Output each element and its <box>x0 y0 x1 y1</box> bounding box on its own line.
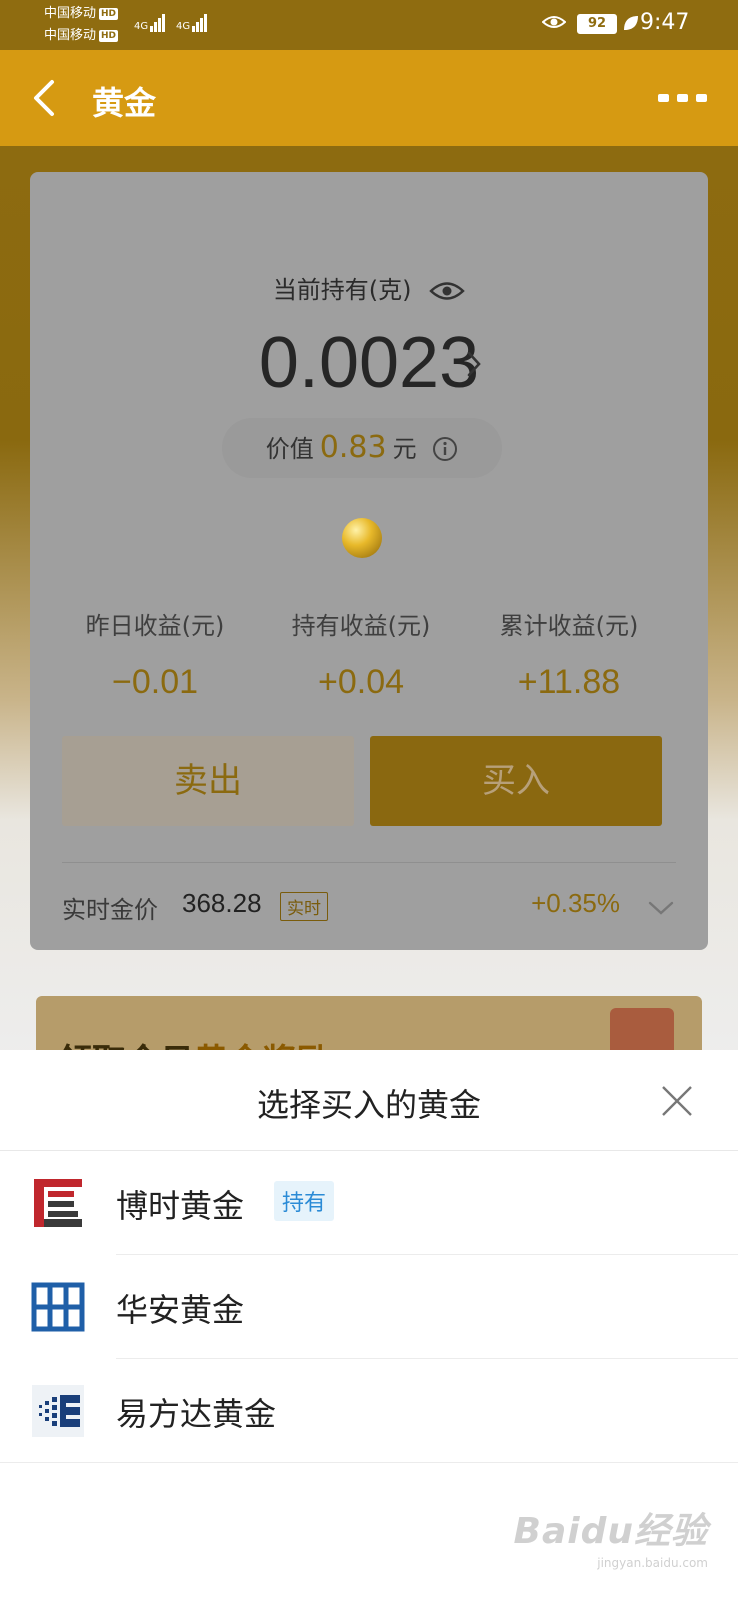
holding-label: 当前持有(克) <box>30 270 708 305</box>
gold-holding-card: 当前持有(克) 0.0023 价值 0.83 元 昨日收益(元) −0.01 持有收… <box>30 172 708 950</box>
carrier-1: 中国移动 HD <box>44 6 119 21</box>
holding-badge: 持有 <box>274 1181 335 1221</box>
sell-button[interactable]: 卖出 <box>62 736 354 826</box>
sheet-title: 选择买入的黄金 <box>256 1086 481 1124</box>
chevron-right-icon[interactable] <box>466 350 482 378</box>
gold-bead-image <box>342 518 382 558</box>
more-icon[interactable] <box>658 94 708 104</box>
status-time: 9:47 <box>640 10 690 35</box>
value-amount: 0.83 <box>319 430 387 465</box>
price-change-percent: +0.35% <box>531 888 620 918</box>
realtime-price-value: 368.28 <box>182 888 262 918</box>
eye-comfort-icon <box>542 16 566 28</box>
nav-bar: 黄金 <box>0 50 738 146</box>
battery-icon: 92 <box>577 14 617 34</box>
baidu-watermark: Baidu经验 jingyan.baidu.com <box>513 1511 708 1570</box>
huaan-logo-icon <box>31 1282 85 1332</box>
fund-item-efund[interactable]: 易方达黄金 <box>0 1359 738 1463</box>
holding-amount[interactable]: 0.0023 <box>30 322 708 404</box>
efund-logo-icon <box>32 1385 84 1437</box>
stat-cumulative: 累计收益(元) +11.88 <box>499 612 639 701</box>
boshi-logo-icon <box>34 1179 82 1227</box>
buy-gold-sheet: 选择买入的黄金 博时黄金 持有 华安黄金 易方达黄金 Baidu经验 jingy… <box>0 1050 738 1600</box>
fund-item-huaan[interactable]: 华安黄金 <box>0 1255 738 1359</box>
back-arrow-icon[interactable] <box>26 76 66 120</box>
live-badge: 实时 <box>280 892 328 921</box>
status-bar: 中国移动 HD 中国移动 HD 4G 4G 92 9:47 <box>0 0 738 50</box>
info-icon[interactable] <box>432 436 458 462</box>
signal-icon: 4G <box>176 14 208 32</box>
buy-button[interactable]: 买入 <box>370 736 662 826</box>
eye-toggle-icon[interactable] <box>429 280 465 302</box>
value-pill: 价值 0.83 元 <box>222 418 502 478</box>
card-divider <box>62 862 676 863</box>
carrier-2: 中国移动 HD <box>44 28 119 43</box>
stat-yesterday: 昨日收益(元) −0.01 <box>85 612 225 701</box>
realtime-price-label: 实时金价 <box>62 896 158 924</box>
close-icon[interactable] <box>660 1084 694 1118</box>
page-title: 黄金 <box>92 84 157 122</box>
signal-icon: 4G <box>134 14 166 32</box>
stat-holding: 持有收益(元) +0.04 <box>291 612 431 701</box>
leaf-icon <box>624 16 638 30</box>
chevron-down-icon[interactable] <box>648 900 674 916</box>
fund-item-boshi[interactable]: 博时黄金 持有 <box>0 1151 738 1255</box>
